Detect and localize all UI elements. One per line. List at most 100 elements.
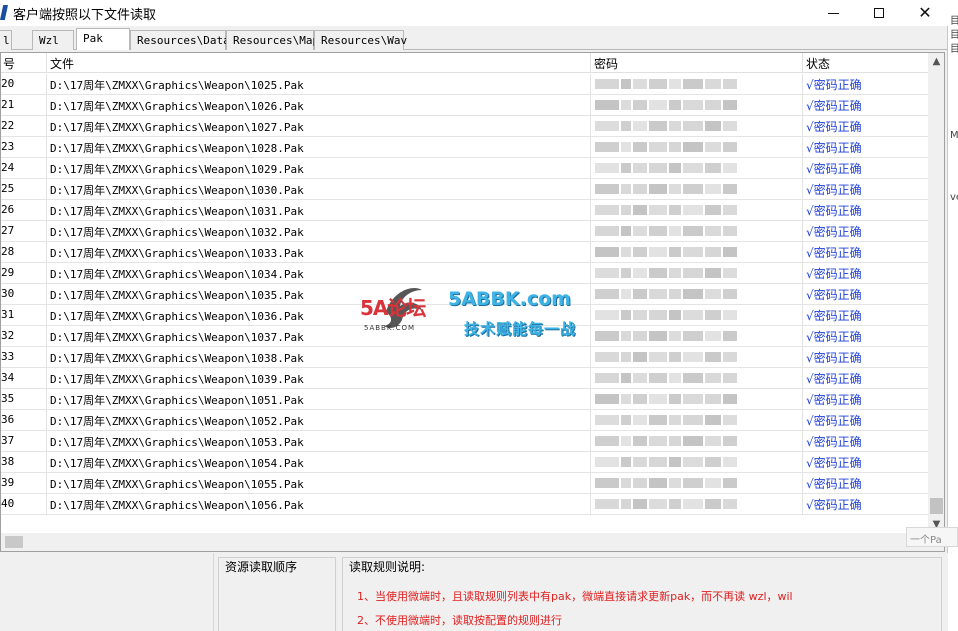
table-row[interactable]: 28 D:\17周年\ZMXX\Graphics\Weapon\1033.Pak √… <box>1 242 928 263</box>
title-bar[interactable]: 客户端按照以下文件读取 ✕ <box>0 0 948 26</box>
table-row[interactable]: 33 D:\17周年\ZMXX\Graphics\Weapon\1038.Pak √… <box>1 347 928 368</box>
password-cell-redacted <box>591 179 803 199</box>
status-ok-label: √密码正确 <box>806 162 862 176</box>
password-cell-redacted <box>591 242 803 262</box>
hint-tooltip: 一个Pa <box>906 527 958 547</box>
row-number: 27 <box>1 221 47 241</box>
minimize-button[interactable] <box>810 0 856 26</box>
table-body: 20 D:\17周年\ZMXX\Graphics\Weapon\1025.Pak √… <box>1 74 928 515</box>
password-cell-redacted <box>591 74 803 94</box>
bottom-panel: 资源读取顺序 读取规则说明: 1、当使用微端时，且读取规则列表中有pak，微端直… <box>0 553 948 631</box>
password-cell-redacted <box>591 305 803 325</box>
table-row[interactable]: 22 D:\17周年\ZMXX\Graphics\Weapon\1027.Pak √… <box>1 116 928 137</box>
file-path: D:\17周年\ZMXX\Graphics\Weapon\1035.Pak <box>47 284 591 304</box>
tab-resources-data[interactable]: Resources\Data <box>130 30 230 50</box>
status-ok-label: √密码正确 <box>806 183 862 197</box>
resource-order-group: 资源读取顺序 <box>218 557 336 631</box>
file-path: D:\17周年\ZMXX\Graphics\Weapon\1025.Pak <box>47 74 591 94</box>
password-cell-redacted <box>591 452 803 472</box>
password-cell-redacted <box>591 431 803 451</box>
table-row[interactable]: 34 D:\17周年\ZMXX\Graphics\Weapon\1039.Pak √… <box>1 368 928 389</box>
column-header-no[interactable]: 号 <box>1 53 47 73</box>
row-number: 29 <box>1 263 47 283</box>
horizontal-scrollbar[interactable] <box>1 533 944 551</box>
file-path: D:\17周年\ZMXX\Graphics\Weapon\1055.Pak <box>47 473 591 493</box>
status-ok-label: √密码正确 <box>806 99 862 113</box>
maximize-button[interactable] <box>856 0 902 26</box>
file-path: D:\17周年\ZMXX\Graphics\Weapon\1037.Pak <box>47 326 591 346</box>
table-row[interactable]: 23 D:\17周年\ZMXX\Graphics\Weapon\1028.Pak √… <box>1 137 928 158</box>
status-ok-label: √密码正确 <box>806 477 862 491</box>
table-row[interactable]: 38 D:\17周年\ZMXX\Graphics\Weapon\1054.Pak √… <box>1 452 928 473</box>
tab-wil[interactable]: l <box>0 30 12 50</box>
table-row[interactable]: 31 D:\17周年\ZMXX\Graphics\Weapon\1036.Pak √… <box>1 305 928 326</box>
column-header-password[interactable]: 密码 <box>591 53 803 73</box>
file-list-table[interactable]: 号 文件 密码 状态 20 D:\17周年\ZMXX\Graphics\Weapo… <box>0 52 945 552</box>
left-panel <box>0 553 214 631</box>
row-number: 39 <box>1 473 47 493</box>
file-path: D:\17周年\ZMXX\Graphics\Weapon\1051.Pak <box>47 389 591 409</box>
table-row[interactable]: 26 D:\17周年\ZMXX\Graphics\Weapon\1031.Pak √… <box>1 200 928 221</box>
table-row[interactable]: 30 D:\17周年\ZMXX\Graphics\Weapon\1035.Pak √… <box>1 284 928 305</box>
background-text: 目 <box>950 30 958 41</box>
row-number: 22 <box>1 116 47 136</box>
row-number: 23 <box>1 137 47 157</box>
file-path: D:\17周年\ZMXX\Graphics\Weapon\1053.Pak <box>47 431 591 451</box>
row-number: 31 <box>1 305 47 325</box>
status-ok-label: √密码正确 <box>806 309 862 323</box>
background-text: 目 <box>950 16 958 27</box>
file-path: D:\17周年\ZMXX\Graphics\Weapon\1036.Pak <box>47 305 591 325</box>
rule-line: 2、不使用微端时，读取按配置的规则进行 <box>357 614 562 627</box>
row-number: 35 <box>1 389 47 409</box>
row-number: 30 <box>1 284 47 304</box>
table-row[interactable]: 39 D:\17周年\ZMXX\Graphics\Weapon\1055.Pak √… <box>1 473 928 494</box>
rules-title: 读取规则说明: <box>349 560 426 574</box>
password-cell-redacted <box>591 137 803 157</box>
close-icon: ✕ <box>918 3 932 22</box>
password-cell-redacted <box>591 368 803 388</box>
file-path: D:\17周年\ZMXX\Graphics\Weapon\1056.Pak <box>47 494 591 514</box>
table-row[interactable]: 37 D:\17周年\ZMXX\Graphics\Weapon\1053.Pak √… <box>1 431 928 452</box>
vertical-scroll-thumb[interactable] <box>930 498 943 514</box>
password-cell-redacted <box>591 221 803 241</box>
background-text: 目 <box>950 44 958 55</box>
tab-bar: l Wzl Pak Resources\Data Resources\Map R… <box>0 28 948 50</box>
column-header-status[interactable]: 状态 <box>803 53 928 73</box>
table-row[interactable]: 25 D:\17周年\ZMXX\Graphics\Weapon\1030.Pak √… <box>1 179 928 200</box>
password-cell-redacted <box>591 116 803 136</box>
file-path: D:\17周年\ZMXX\Graphics\Weapon\1029.Pak <box>47 158 591 178</box>
status-ok-label: √密码正确 <box>806 372 862 386</box>
tab-resources-map[interactable]: Resources\Map <box>226 30 319 50</box>
file-path: D:\17周年\ZMXX\Graphics\Weapon\1028.Pak <box>47 137 591 157</box>
table-row[interactable]: 40 D:\17周年\ZMXX\Graphics\Weapon\1056.Pak √… <box>1 494 928 515</box>
close-button[interactable]: ✕ <box>902 0 948 26</box>
table-row[interactable]: 29 D:\17周年\ZMXX\Graphics\Weapon\1034.Pak √… <box>1 263 928 284</box>
tab-pak[interactable]: Pak <box>76 28 130 50</box>
password-cell-redacted <box>591 494 803 514</box>
vertical-scrollbar[interactable]: ▲ ▼ <box>928 53 944 533</box>
status-ok-label: √密码正确 <box>806 498 862 512</box>
file-path: D:\17周年\ZMXX\Graphics\Weapon\1039.Pak <box>47 368 591 388</box>
column-header-file[interactable]: 文件 <box>47 53 591 73</box>
app-icon <box>0 5 8 20</box>
scroll-up-arrow-icon[interactable]: ▲ <box>928 53 944 70</box>
table-row[interactable]: 32 D:\17周年\ZMXX\Graphics\Weapon\1037.Pak √… <box>1 326 928 347</box>
table-row[interactable]: 36 D:\17周年\ZMXX\Graphics\Weapon\1052.Pak √… <box>1 410 928 431</box>
file-path: D:\17周年\ZMXX\Graphics\Weapon\1038.Pak <box>47 347 591 367</box>
password-cell-redacted <box>591 410 803 430</box>
status-ok-label: √密码正确 <box>806 204 862 218</box>
horizontal-scroll-thumb[interactable] <box>5 536 23 548</box>
table-row[interactable]: 21 D:\17周年\ZMXX\Graphics\Weapon\1026.Pak √… <box>1 95 928 116</box>
table-row[interactable]: 27 D:\17周年\ZMXX\Graphics\Weapon\1032.Pak √… <box>1 221 928 242</box>
table-row[interactable]: 24 D:\17周年\ZMXX\Graphics\Weapon\1029.Pak √… <box>1 158 928 179</box>
table-row[interactable]: 35 D:\17周年\ZMXX\Graphics\Weapon\1051.Pak √… <box>1 389 928 410</box>
table-header: 号 文件 密码 状态 <box>1 53 928 73</box>
table-row[interactable]: 20 D:\17周年\ZMXX\Graphics\Weapon\1025.Pak √… <box>1 74 928 95</box>
background-text: ve <box>950 192 958 203</box>
file-path: D:\17周年\ZMXX\Graphics\Weapon\1031.Pak <box>47 200 591 220</box>
tab-resources-wav[interactable]: Resources\Wav <box>314 30 407 50</box>
password-cell-redacted <box>591 158 803 178</box>
row-number: 40 <box>1 494 47 514</box>
tab-wzl[interactable]: Wzl <box>32 30 74 50</box>
row-number: 36 <box>1 410 47 430</box>
